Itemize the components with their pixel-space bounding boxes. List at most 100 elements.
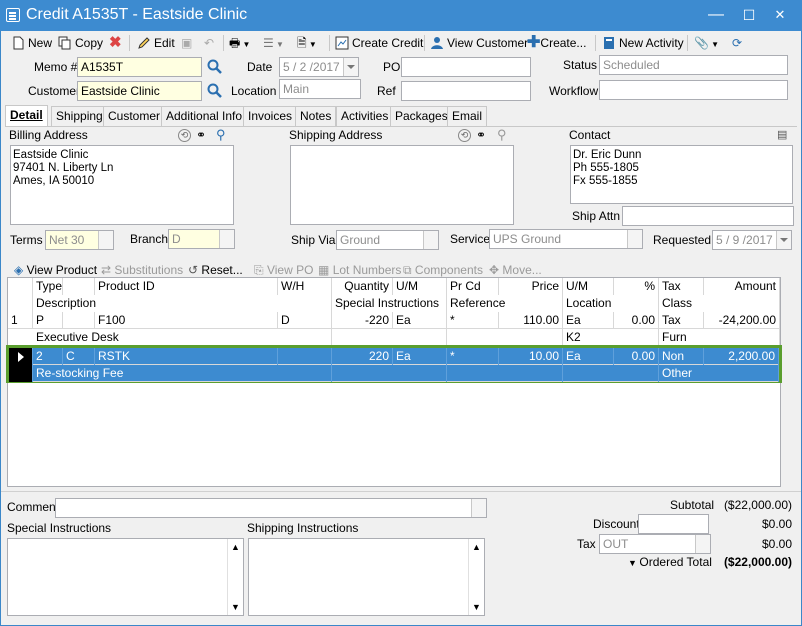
product-cell[interactable]: RSTK: [95, 348, 278, 365]
ordered-total-toggle[interactable]: ▼ Ordered Total: [628, 555, 712, 569]
tax-code-field[interactable]: OUT: [599, 534, 711, 554]
shipping-address-box[interactable]: [290, 145, 514, 225]
discount-field[interactable]: [638, 514, 709, 534]
terms-field[interactable]: Net 30: [45, 230, 114, 250]
tab-activities[interactable]: Activities: [336, 106, 394, 126]
tab-additional-info[interactable]: Additional Info: [161, 106, 248, 126]
reference-cell[interactable]: [447, 329, 563, 346]
lot-numbers-button[interactable]: ▦ Lot Numbers: [318, 262, 401, 278]
service-field[interactable]: UPS Ground: [489, 229, 643, 249]
refresh-icon[interactable]: ⟳: [732, 33, 742, 53]
report-icon[interactable]: ☰ ▼: [263, 33, 284, 53]
tab-email[interactable]: Email: [447, 106, 488, 126]
percent-cell[interactable]: 0.00: [614, 312, 659, 329]
location-field[interactable]: Main: [279, 79, 361, 99]
requested-field[interactable]: 5 / 9 /2017: [712, 230, 792, 250]
col-header[interactable]: Reference: [447, 295, 563, 312]
description-cell[interactable]: Executive Desk: [8, 329, 332, 346]
price-cell[interactable]: 110.00: [499, 312, 563, 329]
um-cell[interactable]: Ea: [393, 348, 447, 365]
scrollbar[interactable]: ▲ ▼: [468, 539, 484, 615]
contact-box[interactable]: Dr. Eric Dunn Ph 555-1805 Fx 555-1855: [570, 145, 793, 204]
description-cell[interactable]: Re-stocking Fee: [33, 365, 332, 382]
col-header[interactable]: Quantity: [332, 278, 393, 295]
col-header[interactable]: Amount: [704, 278, 780, 295]
edit-button[interactable]: Edit: [137, 33, 175, 53]
shipping-binoculars-icon[interactable]: ⚭: [476, 129, 489, 142]
search-icon[interactable]: [207, 59, 222, 74]
table-row-selected-detail[interactable]: Re-stocking Fee Other: [9, 365, 779, 382]
move-button[interactable]: ✥ Move...: [489, 262, 542, 278]
tax-cell[interactable]: Tax: [659, 312, 704, 329]
tab-packages[interactable]: Packages: [390, 106, 453, 126]
new-button[interactable]: New: [11, 33, 52, 53]
special-instructions-cell[interactable]: [332, 329, 447, 346]
view-product-button[interactable]: ◈ View Product: [14, 262, 97, 278]
wh-cell[interactable]: D: [278, 312, 332, 329]
price-um-cell[interactable]: Ea: [563, 348, 614, 365]
clear-shipping-icon[interactable]: ⟲: [458, 129, 471, 142]
class-cell[interactable]: Other: [659, 365, 779, 382]
reference-cell[interactable]: [447, 365, 563, 382]
scrollbar[interactable]: ▲ ▼: [227, 539, 243, 615]
paperclip-icon[interactable]: 📎 ▼: [694, 33, 719, 53]
col-header[interactable]: Location: [563, 295, 659, 312]
type-cell[interactable]: P: [33, 312, 63, 329]
table-row-selected[interactable]: 2 C RSTK 220 Ea * 10.00 Ea 0.00 Non 2,20…: [9, 348, 779, 365]
customer-field[interactable]: Eastside Clinic: [77, 81, 202, 101]
col-header[interactable]: Tax: [659, 278, 704, 295]
components-button[interactable]: ⧉ Components: [403, 262, 483, 278]
create-credit-button[interactable]: Create Credit: [335, 33, 423, 53]
um-cell[interactable]: Ea: [393, 312, 447, 329]
comment-field[interactable]: [55, 498, 487, 518]
col-header[interactable]: Product ID: [95, 278, 278, 295]
minimize-button[interactable]: —: [704, 4, 728, 26]
wh-cell[interactable]: [278, 348, 332, 365]
close-button[interactable]: ✕: [768, 4, 792, 26]
tab-notes[interactable]: Notes: [295, 106, 337, 126]
memo-field[interactable]: A1535T: [77, 57, 202, 77]
shipping-map-pin-icon[interactable]: ⚲: [497, 128, 510, 142]
amount-cell[interactable]: -24,200.00: [704, 312, 780, 329]
ref-field[interactable]: [401, 81, 531, 101]
row-pointer-icon[interactable]: [9, 348, 33, 365]
customer-search-icon[interactable]: [207, 83, 222, 98]
view-customer-button[interactable]: View Customer: [430, 33, 528, 53]
col-header[interactable]: Price: [499, 278, 563, 295]
quantity-cell[interactable]: 220: [332, 348, 393, 365]
quantity-cell[interactable]: -220: [332, 312, 393, 329]
copy-button[interactable]: Copy: [58, 33, 103, 53]
percent-cell[interactable]: 0.00: [614, 348, 659, 365]
date-field[interactable]: 5 / 2 /2017: [279, 57, 359, 77]
col-header[interactable]: U/M: [563, 278, 614, 295]
col-header[interactable]: Type: [33, 278, 63, 295]
attach-doc-icon[interactable]: 🗎 ▼: [297, 33, 317, 53]
col-header[interactable]: U/M: [393, 278, 447, 295]
flag-cell[interactable]: [63, 312, 95, 329]
new-activity-button[interactable]: New Activity: [602, 33, 684, 53]
view-po-button[interactable]: ⎘ View PO: [254, 262, 313, 278]
price-um-cell[interactable]: Ea: [563, 312, 614, 329]
delete-icon[interactable]: ✖: [109, 33, 122, 53]
special-instructions-field[interactable]: ▲ ▼: [7, 538, 244, 616]
type-cell[interactable]: C: [63, 348, 95, 365]
table-row-detail[interactable]: Executive Desk K2 Furn: [8, 329, 780, 346]
col-header[interactable]: Class: [659, 295, 780, 312]
class-cell[interactable]: Furn: [659, 329, 780, 346]
po-field[interactable]: [401, 57, 531, 77]
product-cell[interactable]: F100: [95, 312, 278, 329]
create-menu-button[interactable]: ✚Create...: [527, 33, 586, 53]
branch-field[interactable]: D: [168, 229, 235, 249]
location-cell[interactable]: [563, 365, 659, 382]
maximize-button[interactable]: ☐: [737, 4, 761, 26]
reset-button[interactable]: ↺ Reset...: [188, 262, 243, 278]
map-pin-icon[interactable]: ⚲: [216, 128, 229, 142]
tab-detail[interactable]: Detail: [5, 105, 48, 126]
col-header[interactable]: [63, 278, 95, 295]
special-instructions-cell[interactable]: [332, 365, 447, 382]
substitutions-button[interactable]: ⇄ Substitutions: [101, 262, 183, 278]
col-header[interactable]: %: [614, 278, 659, 295]
tab-shipping[interactable]: Shipping: [51, 106, 108, 126]
tab-invoices[interactable]: Invoices: [243, 106, 298, 126]
col-header[interactable]: Special Instructions: [332, 295, 447, 312]
